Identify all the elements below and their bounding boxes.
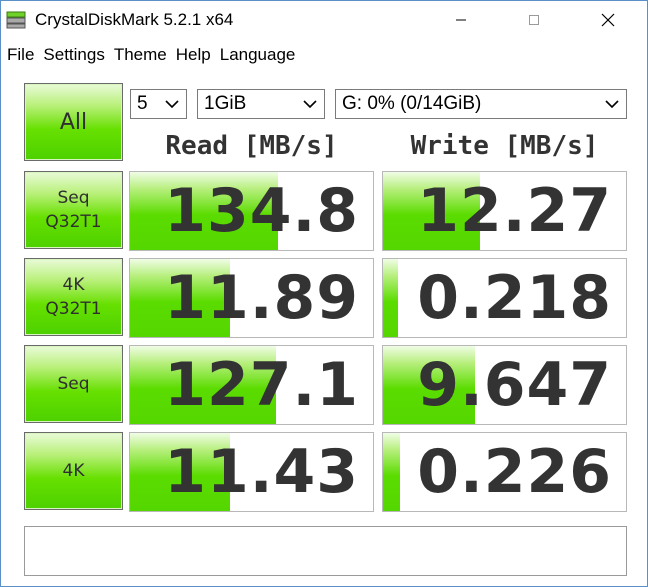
read-result-seq: 127.1	[129, 345, 374, 425]
test-label-line1: 4K	[62, 275, 85, 295]
chevron-down-icon	[303, 100, 317, 109]
write-value: 9.647	[417, 350, 612, 420]
test-label-line2: Q32T1	[45, 212, 102, 232]
write-result-seq: 9.647	[382, 345, 627, 425]
write-value: 12.27	[417, 176, 612, 246]
seq-q32t1-button[interactable]: Seq Q32T1	[24, 171, 123, 249]
test-size-value: 1GiB	[204, 93, 247, 114]
read-value: 127.1	[164, 350, 359, 420]
title-bar[interactable]: CrystalDiskMark 5.2.1 x64	[1, 1, 647, 39]
seq-button[interactable]: Seq	[24, 345, 123, 423]
maximize-icon	[529, 15, 539, 25]
chevron-down-icon	[605, 100, 619, 109]
chevron-down-icon	[165, 100, 179, 109]
comment-field[interactable]	[24, 526, 627, 576]
menu-help[interactable]: Help	[176, 45, 211, 65]
4k-button[interactable]: 4K	[24, 432, 123, 510]
test-count-select[interactable]: 5	[130, 89, 187, 119]
read-header: Read [MB/s]	[165, 131, 338, 161]
read-result-4k-q32t1: 11.89	[129, 258, 374, 338]
run-all-button[interactable]: All	[24, 83, 123, 161]
close-icon	[601, 13, 615, 27]
test-label-line1: Seq	[57, 188, 90, 208]
menu-settings[interactable]: Settings	[43, 45, 104, 65]
read-value: 11.89	[164, 263, 359, 333]
test-label-line1: 4K	[62, 461, 85, 481]
minimize-button[interactable]	[438, 1, 484, 39]
menu-file[interactable]: File	[7, 45, 34, 65]
minimize-icon	[456, 19, 466, 21]
read-value: 11.43	[164, 437, 359, 507]
test-label-line2: Q32T1	[45, 299, 102, 319]
benchmark-panel: All 5 1GiB G: 0% (0/14GiB) Read [MB/s] W…	[1, 71, 647, 586]
window-title: CrystalDiskMark 5.2.1 x64	[35, 10, 234, 29]
drive-select[interactable]: G: 0% (0/14GiB)	[335, 89, 627, 119]
menu-language[interactable]: Language	[220, 45, 296, 65]
read-value: 134.8	[164, 176, 359, 246]
drive-value: G: 0% (0/14GiB)	[342, 93, 482, 114]
write-value: 0.226	[417, 437, 612, 507]
close-button[interactable]	[585, 1, 631, 39]
maximize-button[interactable]	[511, 1, 557, 39]
app-window: CrystalDiskMark 5.2.1 x64 File Settings …	[0, 0, 648, 587]
read-result-4k: 11.43	[129, 432, 374, 512]
test-size-select[interactable]: 1GiB	[197, 89, 325, 119]
run-all-label: All	[59, 109, 88, 135]
write-header: Write [MB/s]	[410, 131, 599, 161]
write-result-4k: 0.226	[382, 432, 627, 512]
read-result-seq-q32t1: 134.8	[129, 171, 374, 251]
write-bar	[383, 259, 398, 337]
menu-theme[interactable]: Theme	[114, 45, 167, 65]
4k-q32t1-button[interactable]: 4K Q32T1	[24, 258, 123, 336]
write-result-4k-q32t1: 0.218	[382, 258, 627, 338]
write-result-seq-q32t1: 12.27	[382, 171, 627, 251]
menu-bar: File Settings Theme Help Language	[1, 39, 647, 71]
write-value: 0.218	[417, 263, 612, 333]
test-label-line1: Seq	[57, 374, 90, 394]
test-count-value: 5	[137, 93, 148, 114]
disk-app-icon	[6, 11, 26, 29]
write-bar	[383, 433, 400, 511]
